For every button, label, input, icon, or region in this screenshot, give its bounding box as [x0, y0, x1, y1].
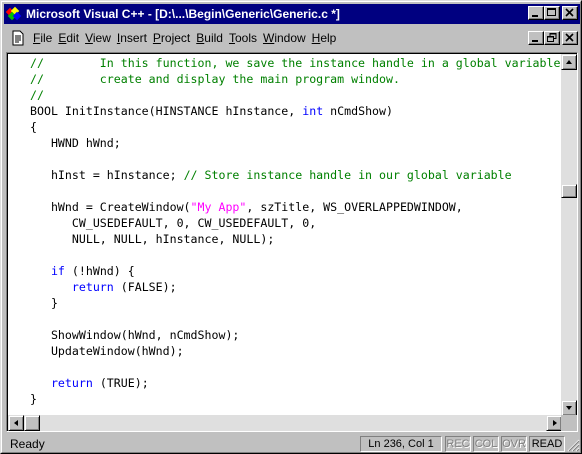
- code-text: (TRUE);: [92, 376, 149, 390]
- menu-help[interactable]: Help: [309, 29, 340, 47]
- arrow-left-icon: [14, 420, 18, 426]
- size-grip-icon[interactable]: [566, 438, 580, 452]
- menu-window[interactable]: Window: [260, 29, 309, 47]
- code-text: (!hWnd) {: [64, 264, 135, 278]
- code-line[interactable]: return (TRUE);: [30, 375, 149, 391]
- maximize-icon: [547, 8, 556, 16]
- code-text: }: [30, 392, 37, 406]
- code-comment: // In this function, we save the instanc…: [30, 56, 562, 70]
- arrow-up-icon: [566, 60, 572, 64]
- code-text: BOOL InitInstance(HINSTANCE hInstance,: [30, 104, 303, 118]
- menu-insert[interactable]: Insert: [114, 29, 150, 47]
- ovr-indicator: OVR: [501, 436, 527, 452]
- close-icon: [565, 8, 574, 17]
- code-keyword: int: [302, 104, 324, 118]
- code-text: HWND hWnd;: [30, 136, 121, 150]
- minimize-button[interactable]: [528, 6, 544, 20]
- code-comment: // Store instance handle in our global v…: [183, 168, 512, 182]
- horizontal-scroll-thumb[interactable]: [24, 415, 40, 431]
- code-line[interactable]: // create and display the main program w…: [30, 71, 400, 87]
- scroll-down-button[interactable]: [561, 400, 577, 416]
- menu-view[interactable]: View: [82, 29, 114, 47]
- rec-indicator: REC: [445, 436, 471, 452]
- document-close-button[interactable]: [562, 31, 578, 45]
- code-text: }: [30, 296, 58, 310]
- code-text: NULL, NULL, hInstance, NULL);: [30, 232, 275, 246]
- code-line[interactable]: HWND hWnd;: [30, 135, 121, 151]
- minimize-icon: [532, 15, 538, 17]
- code-editor: // In this function, we save the instanc…: [6, 52, 578, 432]
- scroll-left-button[interactable]: [8, 415, 24, 431]
- code-line[interactable]: if (!hWnd) {: [30, 263, 135, 279]
- code-line[interactable]: }: [30, 391, 37, 407]
- scroll-right-button[interactable]: [546, 415, 562, 431]
- code-text: {: [30, 120, 37, 134]
- document-minimize-button[interactable]: [528, 31, 544, 45]
- scrollbar-corner: [561, 415, 577, 431]
- window-title: Microsoft Visual C++ - [D:\...\Begin\Gen…: [26, 7, 340, 21]
- vertical-scroll-thumb[interactable]: [561, 184, 577, 198]
- code-keyword: return: [50, 376, 93, 390]
- menu-bar: File Edit View Insert Project Build Tool…: [4, 26, 580, 50]
- code-text: hInst = hInstance;: [30, 168, 184, 182]
- code-text: (FALSE);: [113, 280, 177, 294]
- maximize-button[interactable]: [544, 6, 560, 20]
- code-line[interactable]: ShowWindow(hWnd, nCmdShow);: [30, 327, 239, 343]
- code-line[interactable]: UpdateWindow(hWnd);: [30, 343, 184, 359]
- code-line[interactable]: return (FALSE);: [30, 279, 177, 295]
- menu-tools[interactable]: Tools: [226, 29, 260, 47]
- visual-cpp-app-icon[interactable]: [5, 6, 22, 22]
- code-line[interactable]: BOOL InitInstance(HINSTANCE hInstance, i…: [30, 103, 393, 119]
- cursor-position: Ln 236, Col 1: [360, 436, 442, 452]
- source-file-icon[interactable]: [10, 30, 26, 46]
- status-message: Ready: [10, 437, 45, 451]
- source-code-area[interactable]: // In this function, we save the instanc…: [8, 54, 562, 416]
- close-button[interactable]: [562, 6, 578, 20]
- close-icon: [565, 33, 574, 42]
- menu-build[interactable]: Build: [193, 29, 226, 47]
- read-indicator: READ: [529, 436, 565, 452]
- code-text: CW_USEDEFAULT, 0, CW_USEDEFAULT, 0,: [30, 216, 317, 230]
- menu-project[interactable]: Project: [150, 29, 193, 47]
- code-line[interactable]: hWnd = CreateWindow("My App", szTitle, W…: [30, 199, 463, 215]
- arrow-down-icon: [566, 406, 572, 410]
- code-text: ShowWindow(hWnd, nCmdShow);: [30, 328, 240, 342]
- restore-icon: [547, 33, 557, 42]
- scroll-up-button[interactable]: [561, 54, 577, 70]
- application-window: Microsoft Visual C++ - [D:\...\Begin\Gen…: [0, 0, 582, 454]
- arrow-right-icon: [553, 420, 557, 426]
- minimize-icon: [532, 40, 538, 42]
- code-comment: // create and display the main program w…: [30, 72, 400, 86]
- code-text: UpdateWindow(hWnd);: [30, 344, 184, 358]
- code-line[interactable]: CW_USEDEFAULT, 0, CW_USEDEFAULT, 0,: [30, 215, 316, 231]
- code-line[interactable]: //: [30, 87, 44, 103]
- document-restore-button[interactable]: [544, 31, 560, 45]
- code-comment: //: [30, 88, 44, 102]
- code-keyword: return: [71, 280, 114, 294]
- col-indicator: COL: [473, 436, 499, 452]
- code-line[interactable]: }: [30, 295, 58, 311]
- code-line[interactable]: {: [30, 119, 37, 135]
- code-keyword: if: [50, 264, 65, 278]
- code-text: hWnd = CreateWindow(: [30, 200, 191, 214]
- title-bar[interactable]: Microsoft Visual C++ - [D:\...\Begin\Gen…: [4, 4, 580, 24]
- code-string: "My App": [190, 200, 247, 214]
- vertical-scrollbar[interactable]: [561, 54, 577, 416]
- code-text: nCmdShow): [323, 104, 393, 118]
- horizontal-scrollbar[interactable]: [8, 415, 562, 431]
- code-line[interactable]: // In this function, we save the instanc…: [30, 55, 562, 71]
- menu-edit[interactable]: Edit: [55, 29, 82, 47]
- menu-file[interactable]: File: [30, 29, 55, 47]
- status-bar: Ready Ln 236, Col 1 REC COL OVR READ: [4, 435, 580, 453]
- code-text: , szTitle, WS_OVERLAPPEDWINDOW,: [246, 200, 463, 214]
- code-line[interactable]: NULL, NULL, hInstance, NULL);: [30, 231, 274, 247]
- code-line[interactable]: hInst = hInstance; // Store instance han…: [30, 167, 512, 183]
